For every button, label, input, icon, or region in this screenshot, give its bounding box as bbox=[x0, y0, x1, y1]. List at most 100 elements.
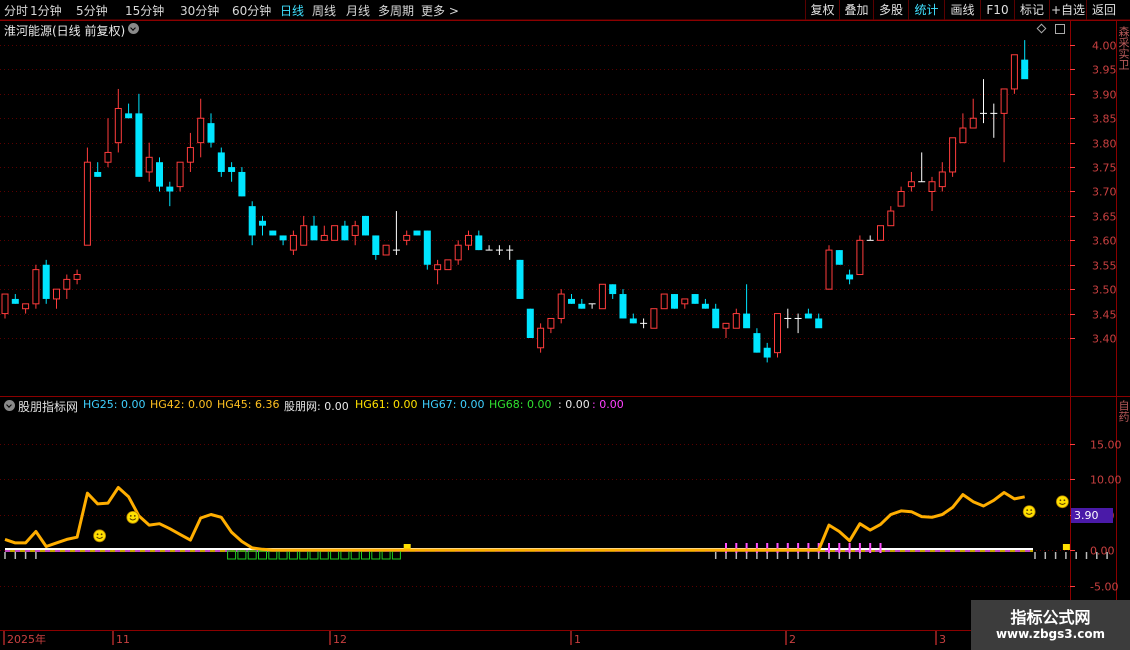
chart-canvas: 4.00 3.95 3.90 3.85 3.80 3.75 3.70 3.65 3.60 3.55… bbox=[0, 20, 1130, 650]
candle-body bbox=[362, 215, 369, 236]
candle-body bbox=[1010, 54, 1018, 90]
price-axis-label: 3.90 bbox=[1092, 89, 1117, 102]
candle-body bbox=[135, 113, 143, 177]
indicator-name[interactable]: 股朋指标网 bbox=[18, 398, 78, 415]
osc-axis-label: 15.00 bbox=[1090, 439, 1122, 452]
candle-body bbox=[537, 327, 545, 349]
candle-body bbox=[228, 167, 236, 172]
candle-body bbox=[83, 161, 91, 246]
green-signal-box bbox=[319, 550, 329, 560]
indicator-dropdown-icon[interactable] bbox=[4, 400, 15, 411]
candle-body bbox=[434, 264, 442, 271]
green-signal-box bbox=[371, 550, 381, 560]
indicator-value-2: HG42: 0.00 bbox=[150, 398, 213, 411]
candle-body bbox=[629, 318, 637, 324]
candle-body bbox=[73, 274, 81, 280]
price-axis-label: 3.65 bbox=[1092, 211, 1117, 224]
candle-body bbox=[22, 303, 30, 310]
indicator-value-5: HG61: 0.00 bbox=[355, 398, 418, 411]
time-axis-label: 11 bbox=[116, 633, 130, 646]
candle-body bbox=[145, 156, 153, 173]
price-axis-label: 3.75 bbox=[1092, 162, 1117, 175]
green-signal-box bbox=[330, 550, 340, 560]
candle-body bbox=[63, 278, 71, 290]
smiley-eye bbox=[1026, 509, 1029, 512]
candle-body bbox=[94, 171, 102, 177]
smiley-face bbox=[93, 529, 106, 543]
candle-body bbox=[928, 181, 936, 193]
green-signal-box bbox=[299, 550, 309, 560]
candle-body bbox=[269, 230, 277, 236]
candle-body bbox=[207, 123, 215, 143]
indicator-value-3: HG45: 6.36 bbox=[217, 398, 280, 411]
candle-body bbox=[650, 308, 658, 329]
candle-body bbox=[887, 210, 895, 227]
indicator-value-9: : 0.00 bbox=[592, 398, 624, 411]
right-strip-bottom: 自药 bbox=[1117, 400, 1130, 422]
candle-body bbox=[609, 284, 617, 295]
price-axis-label: 3.85 bbox=[1092, 113, 1117, 126]
osc-axis-label: 10.00 bbox=[1090, 474, 1122, 487]
time-axis-label: 3 bbox=[939, 633, 946, 646]
green-signal-box bbox=[237, 550, 247, 560]
osc-axis-label: -5.00 bbox=[1090, 581, 1118, 594]
candle-body bbox=[351, 225, 359, 236]
candle-body bbox=[1021, 59, 1029, 80]
candle-body bbox=[598, 283, 606, 310]
price-axis-label: 3.50 bbox=[1092, 284, 1117, 297]
candle-body bbox=[712, 308, 720, 329]
candle-body bbox=[382, 244, 390, 256]
time-axis-label: 1 bbox=[574, 633, 581, 646]
price-axis-label: 4.00 bbox=[1092, 40, 1117, 53]
candle-body bbox=[331, 225, 339, 241]
candle-body bbox=[372, 235, 380, 255]
indicator-value-8: : 0.00 bbox=[558, 398, 590, 411]
candle-body bbox=[856, 239, 864, 276]
right-strip-top: 森采实卫 bbox=[1117, 26, 1130, 70]
candle-body bbox=[815, 318, 823, 329]
smiley-face bbox=[126, 510, 140, 524]
candle-body bbox=[969, 117, 977, 129]
candle-body bbox=[413, 230, 421, 236]
candle-body bbox=[671, 294, 678, 309]
candle-body bbox=[238, 171, 246, 197]
green-signal-box bbox=[391, 550, 401, 560]
candle-body bbox=[753, 333, 761, 353]
candle-body bbox=[804, 313, 812, 319]
candle-body bbox=[568, 298, 575, 304]
candle-body bbox=[279, 235, 287, 241]
candle-body bbox=[166, 186, 174, 192]
smiley-eye bbox=[133, 514, 136, 517]
candle-body bbox=[660, 293, 668, 310]
green-signal-box bbox=[340, 550, 350, 560]
candle-body bbox=[547, 317, 555, 329]
candle-body bbox=[907, 181, 915, 188]
price-axis-label: 3.70 bbox=[1092, 186, 1117, 199]
candle-body bbox=[701, 303, 709, 309]
candle-body bbox=[475, 235, 483, 251]
osc-axis-label: 0.00 bbox=[1090, 545, 1115, 558]
candle-body bbox=[1, 293, 9, 315]
yellow-signal bbox=[1062, 544, 1070, 550]
smiley-eye bbox=[1059, 499, 1062, 502]
candle-body bbox=[186, 147, 194, 163]
candle-body bbox=[104, 151, 112, 163]
green-signal-box bbox=[350, 550, 360, 560]
candle-body bbox=[722, 322, 730, 329]
candle-body bbox=[248, 206, 256, 236]
smiley-eye bbox=[96, 533, 99, 536]
green-signal-box bbox=[288, 550, 298, 560]
candle-body bbox=[217, 152, 225, 172]
candle-body bbox=[310, 225, 318, 241]
candle-body bbox=[156, 162, 163, 187]
candle-body bbox=[681, 298, 689, 305]
candle-body bbox=[125, 113, 133, 119]
price-axis-label: 3.60 bbox=[1092, 235, 1117, 248]
candle-body bbox=[691, 294, 699, 304]
candle-body bbox=[897, 191, 905, 207]
candle-body bbox=[846, 274, 854, 280]
price-axis-label: 3.80 bbox=[1092, 138, 1117, 151]
indicator-value-1: HG25: 0.00 bbox=[83, 398, 146, 411]
oscillator-line bbox=[4, 486, 1025, 552]
candle-body bbox=[743, 313, 751, 329]
